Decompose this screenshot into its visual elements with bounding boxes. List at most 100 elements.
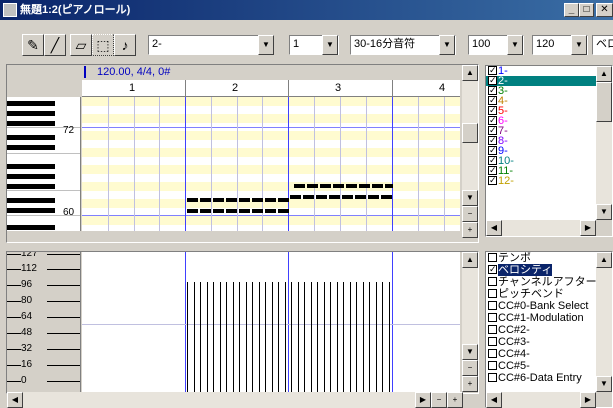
track-list-scroll-left-icon[interactable]: ◀ [486,220,502,236]
note[interactable] [303,195,314,199]
zoom-out-icon[interactable]: − [462,206,478,222]
h-zoom-out-icon[interactable]: − [431,392,447,408]
note[interactable] [368,195,379,199]
velocity-bar[interactable] [285,282,286,392]
velocity-bar[interactable] [265,282,266,392]
velocity-bar[interactable] [291,282,292,392]
checkbox-icon[interactable]: ✓ [488,166,497,175]
measure-ruler[interactable]: 1 2 3 4 [82,80,460,97]
checkbox-icon[interactable]: ✓ [488,176,497,185]
note[interactable] [226,209,237,213]
velocity-bar[interactable] [233,282,234,392]
velocity-bar[interactable] [350,282,351,392]
controller-item[interactable]: CC#5- [486,360,596,372]
velocity-zoom-out-icon[interactable]: − [462,360,478,376]
note[interactable] [226,198,237,202]
velocity-zoom-in-icon[interactable]: + [462,376,478,392]
velocity-bar[interactable] [239,282,240,392]
scroll-down-arrow-icon[interactable]: ▼ [462,190,478,206]
track-list[interactable]: ✓1- ✓2- ✓3- ✓4- ✓5- ✓6- ✓7- ✓8- ✓9- ✓10- ✓11- ✓12- [486,66,596,234]
note[interactable] [385,184,393,188]
velocity-bar[interactable] [194,282,195,392]
checkbox-icon[interactable] [488,313,497,322]
velocity-bar[interactable] [304,282,305,392]
checkbox-icon[interactable]: ✓ [488,66,497,75]
pane-splitter[interactable] [6,243,486,248]
velocity-bar[interactable] [207,282,208,392]
minimize-button[interactable]: _ [564,3,579,17]
horizontal-scrollbar[interactable] [7,392,462,408]
note[interactable] [290,195,301,199]
controller-item[interactable]: CC#4- [486,348,596,360]
controller-list-scroll-down-icon[interactable]: ▼ [596,376,612,392]
select-tool-icon[interactable]: ⬚ [92,34,114,56]
checkbox-icon[interactable]: ✓ [488,126,497,135]
pianoroll-vscroll-thumb[interactable] [462,123,478,143]
speaker-icon[interactable]: ♪ [114,34,136,56]
note[interactable] [359,184,370,188]
velocity-scroll-up-arrow-icon[interactable]: ▲ [462,252,478,268]
track-select[interactable]: 2- [148,35,274,55]
track-item[interactable]: ✓12- [486,176,596,187]
pencil-tool-icon[interactable]: ✎ [22,34,44,56]
note[interactable] [316,195,327,199]
velocity-bar[interactable] [259,282,260,392]
controller-item[interactable]: チャンネルアフタータッチ [486,276,596,288]
maximize-button[interactable]: □ [579,3,594,17]
velocity-bar[interactable] [317,282,318,392]
note[interactable] [213,198,224,202]
velocity-bar[interactable] [187,282,188,392]
controller-item[interactable]: CC#3- [486,336,596,348]
controller-list[interactable]: テンポ✓ベロシティチャンネルアフタータッチピッチベンドCC#0-Bank Sel… [486,252,596,392]
track-list-scroll-thumb[interactable] [596,82,612,122]
checkbox-icon[interactable]: ✓ [488,106,497,115]
note[interactable] [239,209,250,213]
velocity-bar[interactable] [246,282,247,392]
note[interactable] [346,184,357,188]
checkbox-icon[interactable] [488,301,497,310]
velocity-bar[interactable] [337,282,338,392]
velocity-bar[interactable] [226,282,227,392]
checkbox-icon[interactable] [488,361,497,370]
note[interactable] [294,184,305,188]
note[interactable] [372,184,383,188]
controller-item[interactable]: CC#0-Bank Select [486,300,596,312]
controller-item[interactable]: CC#2- [486,324,596,336]
scroll-left-arrow-icon[interactable]: ◀ [7,392,23,408]
note[interactable] [381,195,392,199]
note[interactable] [252,198,263,202]
controller-item[interactable]: CC#1-Modulation [486,312,596,324]
velocity-bar[interactable] [213,282,214,392]
track-select-arrow-icon[interactable]: ▼ [258,35,274,55]
note[interactable] [333,184,344,188]
velocity-bar[interactable] [382,282,383,392]
track-list-scroll-down-icon[interactable]: ▼ [596,204,612,220]
channel-select-arrow-icon[interactable]: ▼ [322,35,338,55]
note[interactable] [278,198,289,202]
h-zoom-in-icon[interactable]: + [447,392,463,408]
velocity-select-arrow-icon[interactable]: ▼ [507,35,523,55]
velocity-bar[interactable] [324,282,325,392]
quantize-select-arrow-icon[interactable]: ▼ [439,35,455,55]
velocity-bar[interactable] [363,282,364,392]
velocity-bar[interactable] [343,282,344,392]
controller-item[interactable]: CC#6-Data Entry [486,372,596,384]
controller-item[interactable]: ピッチベンド [486,288,596,300]
scroll-right-arrow-icon[interactable]: ▶ [415,392,431,408]
extra-select[interactable]: ベロ [592,35,613,55]
checkbox-icon[interactable]: ✓ [488,96,497,105]
note[interactable] [278,209,289,213]
velocity-scroll-down-arrow-icon[interactable]: ▼ [462,344,478,360]
checkbox-icon[interactable] [488,253,497,262]
note[interactable] [239,198,250,202]
note[interactable] [200,198,211,202]
checkbox-icon[interactable]: ✓ [488,116,497,125]
length-select-arrow-icon[interactable]: ▼ [571,35,587,55]
note[interactable] [187,209,198,213]
checkbox-icon[interactable] [488,337,497,346]
track-list-scroll-right-icon[interactable]: ▶ [580,220,596,236]
controller-list-scroll-right-icon[interactable]: ▶ [580,392,596,408]
velocity-bar[interactable] [200,282,201,392]
note[interactable] [307,184,318,188]
checkbox-icon[interactable]: ✓ [488,265,497,274]
